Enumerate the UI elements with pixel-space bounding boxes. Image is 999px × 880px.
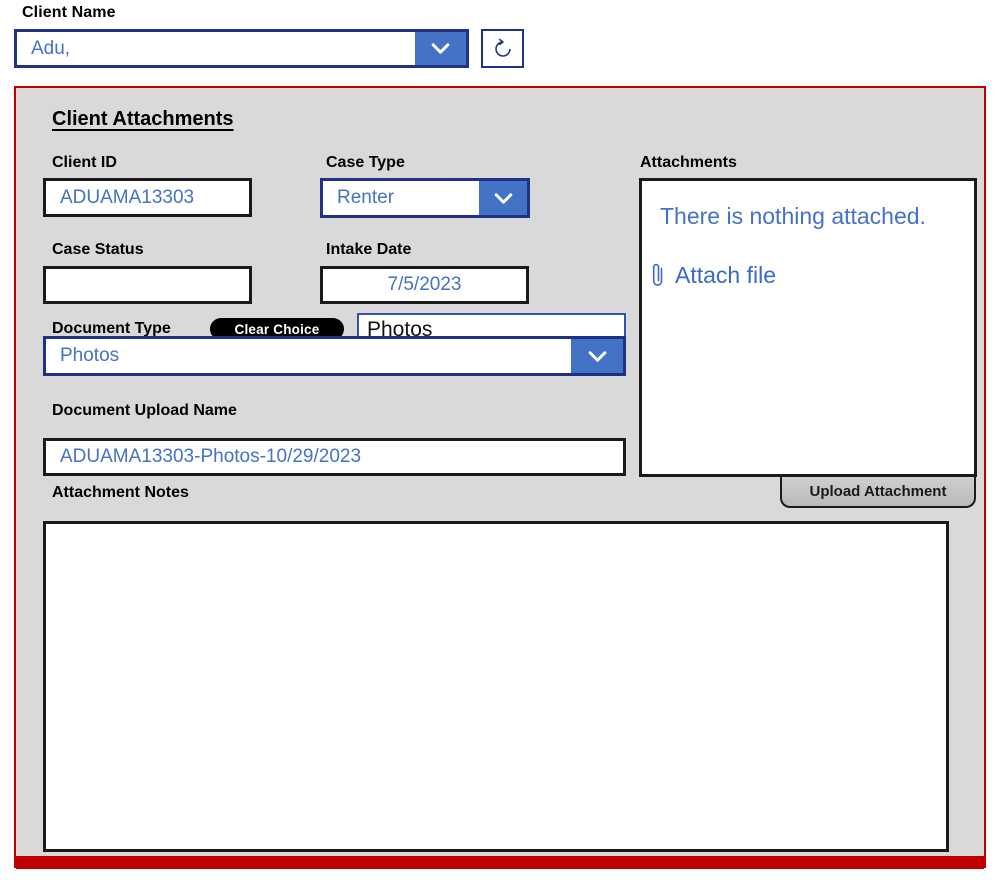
client-name-dropdown-button[interactable] <box>415 32 466 65</box>
page-title: Client Attachments <box>52 108 234 130</box>
client-name-value[interactable]: Adu, <box>17 32 415 65</box>
attachments-list[interactable]: There is nothing attached. Attach file <box>639 178 977 477</box>
client-id-input[interactable]: ADUAMA13303 <box>43 178 252 217</box>
attachments-empty-message: There is nothing attached. <box>660 203 926 229</box>
case-type-combobox[interactable]: Renter <box>320 178 530 218</box>
case-type-value[interactable]: Renter <box>323 181 479 215</box>
attachments-label: Attachments <box>640 154 737 171</box>
panel-bottom-accent-bar <box>16 856 984 869</box>
refresh-button[interactable] <box>481 29 524 68</box>
paperclip-icon <box>652 263 663 286</box>
document-type-combobox[interactable]: Photos <box>43 336 626 376</box>
attach-file-label[interactable]: Attach file <box>675 262 776 289</box>
client-name-bar: Client Name Adu, <box>0 0 999 80</box>
chevron-down-icon <box>494 192 512 204</box>
attach-file-link[interactable]: Attach file <box>650 261 776 289</box>
case-type-label: Case Type <box>326 154 405 171</box>
document-upload-name-label: Document Upload Name <box>52 402 237 419</box>
client-name-label: Client Name <box>22 4 116 21</box>
intake-date-label: Intake Date <box>326 241 412 258</box>
chevron-down-icon <box>431 43 450 54</box>
upload-attachment-button[interactable]: Upload Attachment <box>780 477 976 508</box>
refresh-circular-arrow-icon <box>494 38 511 57</box>
case-status-label: Case Status <box>52 241 144 258</box>
client-attachments-panel: Client Attachments Client ID ADUAMA13303… <box>14 86 986 868</box>
client-name-combobox[interactable]: Adu, <box>14 29 469 68</box>
document-type-dropdown-button[interactable] <box>571 339 623 373</box>
attachment-notes-textarea[interactable] <box>43 521 949 852</box>
document-upload-name-input[interactable]: ADUAMA13303-Photos-10/29/2023 <box>43 438 626 476</box>
document-type-value[interactable]: Photos <box>46 339 571 373</box>
attachment-notes-label: Attachment Notes <box>52 484 189 501</box>
client-id-label: Client ID <box>52 154 117 171</box>
case-type-dropdown-button[interactable] <box>479 181 527 215</box>
intake-date-input[interactable]: 7/5/2023 <box>320 266 529 304</box>
case-status-input[interactable] <box>43 266 252 304</box>
chevron-down-icon <box>588 350 606 362</box>
